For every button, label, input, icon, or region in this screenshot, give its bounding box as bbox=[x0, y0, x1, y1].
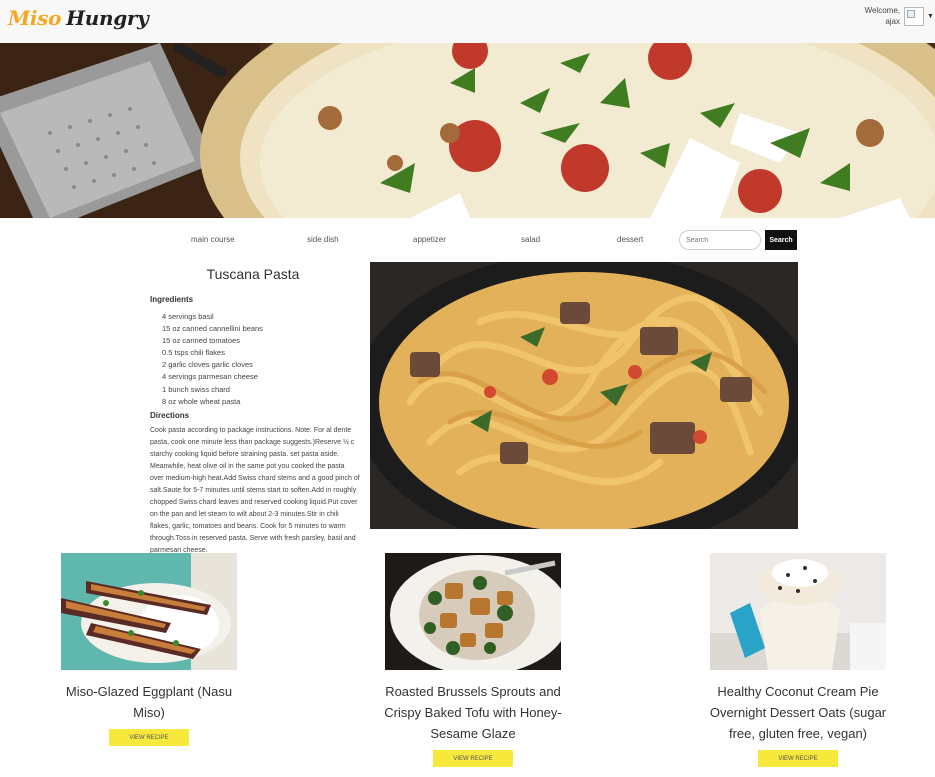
view-recipe-button[interactable]: VIEW RECIPE bbox=[433, 750, 513, 767]
view-recipe-button[interactable]: VIEW RECIPE bbox=[109, 729, 189, 746]
chevron-down-icon[interactable]: ▼ bbox=[927, 13, 934, 20]
pizza-graphic bbox=[200, 43, 935, 218]
hero-banner-image bbox=[0, 43, 935, 218]
ingredient-item: 4 servings parmesan cheese bbox=[162, 372, 258, 382]
recipe-card-title[interactable]: Roasted Brussels Sprouts and Crispy Bake… bbox=[373, 681, 573, 744]
ingredients-list: 4 servings basil 15 oz canned cannellini… bbox=[162, 311, 263, 408]
user-avatar[interactable] bbox=[904, 7, 924, 26]
directions-text: Cook pasta according to package instruct… bbox=[150, 427, 360, 554]
category-nav: main course side dish appetizer salad de… bbox=[0, 230, 935, 250]
recipe-photo bbox=[370, 262, 798, 529]
ingredient-item: 8 oz whole wheat pasta bbox=[162, 396, 241, 406]
ingredient-item: 15 oz canned cannellini beans bbox=[162, 324, 263, 334]
site-logo[interactable]: Miso Hungry bbox=[8, 6, 149, 30]
nav-item-salad[interactable]: salad bbox=[521, 235, 540, 244]
view-recipe-button[interactable]: VIEW RECIPE bbox=[758, 750, 838, 767]
search-input[interactable] bbox=[679, 230, 761, 250]
nav-item-main-course[interactable]: main course bbox=[191, 235, 235, 244]
nav-item-side-dish[interactable]: side dish bbox=[307, 235, 339, 244]
tofu-sprouts-illustration bbox=[385, 553, 561, 670]
search-button[interactable]: Search bbox=[765, 230, 797, 250]
coconut-oats-illustration bbox=[710, 553, 886, 670]
nav-item-dessert[interactable]: dessert bbox=[617, 235, 643, 244]
pasta-pan-illustration bbox=[370, 262, 798, 529]
logo-hungry-text: Hungry bbox=[66, 6, 149, 30]
username: ajax bbox=[885, 17, 900, 26]
eggplant-illustration bbox=[61, 553, 237, 670]
recipe-card-title[interactable]: Healthy Coconut Cream Pie Overnight Dess… bbox=[698, 681, 898, 744]
ingredient-item: 15 oz canned tomatoes bbox=[162, 336, 240, 346]
welcome-label: Welcome, bbox=[864, 6, 900, 15]
recipe-card-title[interactable]: Miso-Glazed Eggplant (Nasu Miso) bbox=[49, 681, 249, 723]
directions-heading: Directions bbox=[150, 411, 190, 420]
recipe-card-image[interactable] bbox=[710, 553, 886, 670]
ingredient-item: 4 servings basil bbox=[162, 312, 214, 321]
ingredient-item: 1 bunch swiss chard bbox=[162, 384, 230, 394]
ingredients-heading: Ingredients bbox=[150, 295, 194, 304]
welcome-message: Welcome, ajax bbox=[865, 5, 900, 27]
pizza-illustration bbox=[0, 43, 935, 218]
logo-miso-text: Miso bbox=[8, 6, 62, 30]
recipe-card-image[interactable] bbox=[385, 553, 561, 670]
nav-item-appetizer[interactable]: appetizer bbox=[413, 235, 446, 244]
ingredient-item: 2 garlic cloves garlic cloves bbox=[162, 360, 253, 370]
top-header: Miso Hungry Welcome, ajax ▼ bbox=[0, 0, 935, 43]
recipe-title: Tuscana Pasta bbox=[206, 266, 300, 282]
ingredient-item: 0.5 tsps chili flakes bbox=[162, 348, 225, 358]
recipe-card-image[interactable] bbox=[61, 553, 237, 670]
